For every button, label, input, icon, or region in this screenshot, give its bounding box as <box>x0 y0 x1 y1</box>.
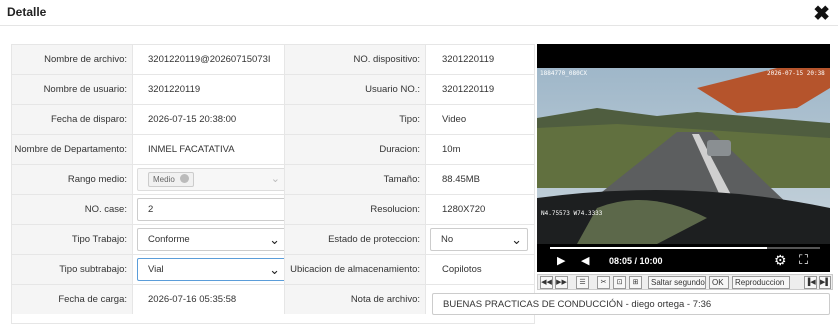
label-estado-proteccion: Estado de proteccion: <box>285 225 426 254</box>
table-row: Nombre de Departamento: INMEL FACATATIVA… <box>12 135 534 165</box>
video-progress-bar[interactable] <box>550 247 820 249</box>
ok-button[interactable]: OK <box>709 276 729 289</box>
value-nombre-archivo: 3201220119@20260715073I <box>133 45 285 74</box>
rewind-button[interactable]: ◀◀ <box>540 276 553 289</box>
video-overlay-bottom-left: N4.75573 W74.3333 <box>541 210 603 217</box>
fast-forward-button[interactable]: ▶▶ <box>555 276 568 289</box>
table-row: Rango medio: Medio ⌄ Tamaño: 88.45MB <box>12 165 534 195</box>
value-fecha-disparo: 2026-07-15 20:38:00 <box>133 105 285 134</box>
label-no-dispositivo: NO. dispositivo: <box>285 45 426 74</box>
nota-archivo-input[interactable]: BUENAS PRACTICAS DE CONDUCCIÓN - diego o… <box>432 293 830 315</box>
table-row: Nombre de usuario: 3201220119 Usuario NO… <box>12 75 534 105</box>
video-player[interactable]: 1884770_080CX 2026-07-15 20:38 N4.75573 … <box>537 44 830 272</box>
first-frame-button[interactable]: ▐◀ <box>804 276 817 289</box>
video-frame <box>537 68 830 244</box>
label-tipo-subtrabajo: Tipo subtrabajo: <box>12 255 133 284</box>
tag-remove-icon <box>179 174 189 183</box>
gear-icon[interactable]: ⚙ <box>774 252 787 269</box>
table-row: Tipo subtrabajo: Vial ⌄ Ubicacion de alm… <box>12 255 534 285</box>
video-overlay-top-right: 2026-07-15 20:38 <box>767 70 825 77</box>
last-frame-button[interactable]: ▶▌ <box>819 276 831 289</box>
chevron-down-icon: ⌄ <box>269 232 280 247</box>
value-rango-medio-cell: Medio ⌄ <box>133 165 285 194</box>
estado-proteccion-value: No <box>441 234 454 245</box>
frame-button[interactable]: ⊞ <box>629 276 642 289</box>
value-tamano: 88.45MB <box>442 174 481 185</box>
cut-button[interactable]: ✂ <box>597 276 610 289</box>
label-resolucion: Resolucion: <box>285 195 426 224</box>
rango-medio-tag: Medio <box>148 172 194 187</box>
table-row: NO. case: 2 Resolucion: 1280X720 <box>12 195 534 225</box>
value-tipo: Video <box>442 114 467 125</box>
chevron-down-icon: ⌄ <box>269 262 280 277</box>
tipo-trabajo-value: Conforme <box>148 234 190 245</box>
estado-proteccion-select[interactable]: No ⌄ <box>430 228 528 251</box>
video-overlay-top-left: 1884770_080CX <box>540 70 587 77</box>
no-case-input[interactable]: 2 <box>137 198 284 221</box>
close-icon[interactable]: ✖ <box>813 4 830 24</box>
skip-seconds-input[interactable]: Saltar segundo <box>648 276 706 289</box>
value-usuario-no: 3201220119 <box>442 84 495 95</box>
label-nombre-archivo: Nombre de archivo: <box>12 45 133 74</box>
table-row: Tipo Trabajo: Conforme ⌄ Estado de prote… <box>12 225 534 255</box>
table-row: Fecha de disparo: 2026-07-15 20:38:00 Ti… <box>12 105 534 135</box>
label-departamento: Nombre de Departamento: <box>12 135 133 164</box>
label-usuario-no: Usuario NO.: <box>285 75 426 104</box>
tipo-trabajo-select[interactable]: Conforme ⌄ <box>137 228 284 251</box>
playback-select[interactable]: Reproduccion <box>732 276 790 289</box>
value-resolucion: 1280X720 <box>442 204 486 215</box>
value-no-dispositivo: 3201220119 <box>442 54 495 65</box>
dialog-header: Detalle ✖ <box>0 0 838 26</box>
value-ubicacion: Copilotos <box>442 264 482 275</box>
dialog-title: Detalle <box>7 5 47 19</box>
details-panel: Nombre de archivo: 3201220119@2026071507… <box>11 44 535 324</box>
value-tipo-trabajo-cell: Conforme ⌄ <box>133 225 285 254</box>
value-fecha-carga: 2026-07-16 05:35:58 <box>133 285 285 314</box>
label-nota-archivo: Nota de archivo: <box>285 285 426 314</box>
label-nombre-usuario: Nombre de usuario: <box>12 75 133 104</box>
volume-icon[interactable]: ◀ <box>581 254 589 267</box>
label-fecha-carga: Fecha de carga: <box>12 285 133 314</box>
label-tipo: Tipo: <box>285 105 426 134</box>
label-no-case: NO. case: <box>12 195 133 224</box>
rango-medio-select[interactable]: Medio ⌄ <box>137 168 284 191</box>
label-rango-medio: Rango medio: <box>12 165 133 194</box>
label-fecha-disparo: Fecha de disparo: <box>12 105 133 134</box>
video-time: 08:05 / 10:00 <box>609 256 663 266</box>
video-progress-fill <box>550 247 768 249</box>
playback-toolbar: ◀◀ ▶▶ ☰ ✂ ⊡ ⊞ Saltar segundo OK Reproduc… <box>537 274 833 290</box>
value-departamento: INMEL FACATATIVA <box>133 135 285 164</box>
tipo-subtrabajo-value: Vial <box>148 264 164 275</box>
value-nombre-usuario: 3201220119 <box>133 75 285 104</box>
label-tipo-trabajo: Tipo Trabajo: <box>12 225 133 254</box>
play-icon[interactable]: ▶ <box>557 254 565 267</box>
tipo-subtrabajo-select[interactable]: Vial ⌄ <box>137 258 284 281</box>
snapshot-button[interactable]: ⊡ <box>613 276 626 289</box>
label-tamano: Tamaño: <box>285 165 426 194</box>
label-ubicacion: Ubicacion de almacenamiento: <box>285 255 426 284</box>
list-button[interactable]: ☰ <box>576 276 589 289</box>
fullscreen-icon[interactable]: ⛶ <box>799 252 808 268</box>
value-estado-proteccion-cell: No ⌄ <box>426 225 534 254</box>
table-row: Nombre de archivo: 3201220119@2026071507… <box>12 45 534 75</box>
value-duracion: 10m <box>442 144 461 155</box>
label-duracion: Duracion: <box>285 135 426 164</box>
chevron-down-icon: ⌄ <box>270 173 280 185</box>
chevron-down-icon: ⌄ <box>511 232 522 247</box>
video-controls: ▶ ◀ 08:05 / 10:00 ⚙ ⛶ <box>537 251 830 272</box>
value-tipo-subtrabajo-cell: Vial ⌄ <box>133 255 285 284</box>
value-no-case-cell: 2 <box>133 195 285 224</box>
